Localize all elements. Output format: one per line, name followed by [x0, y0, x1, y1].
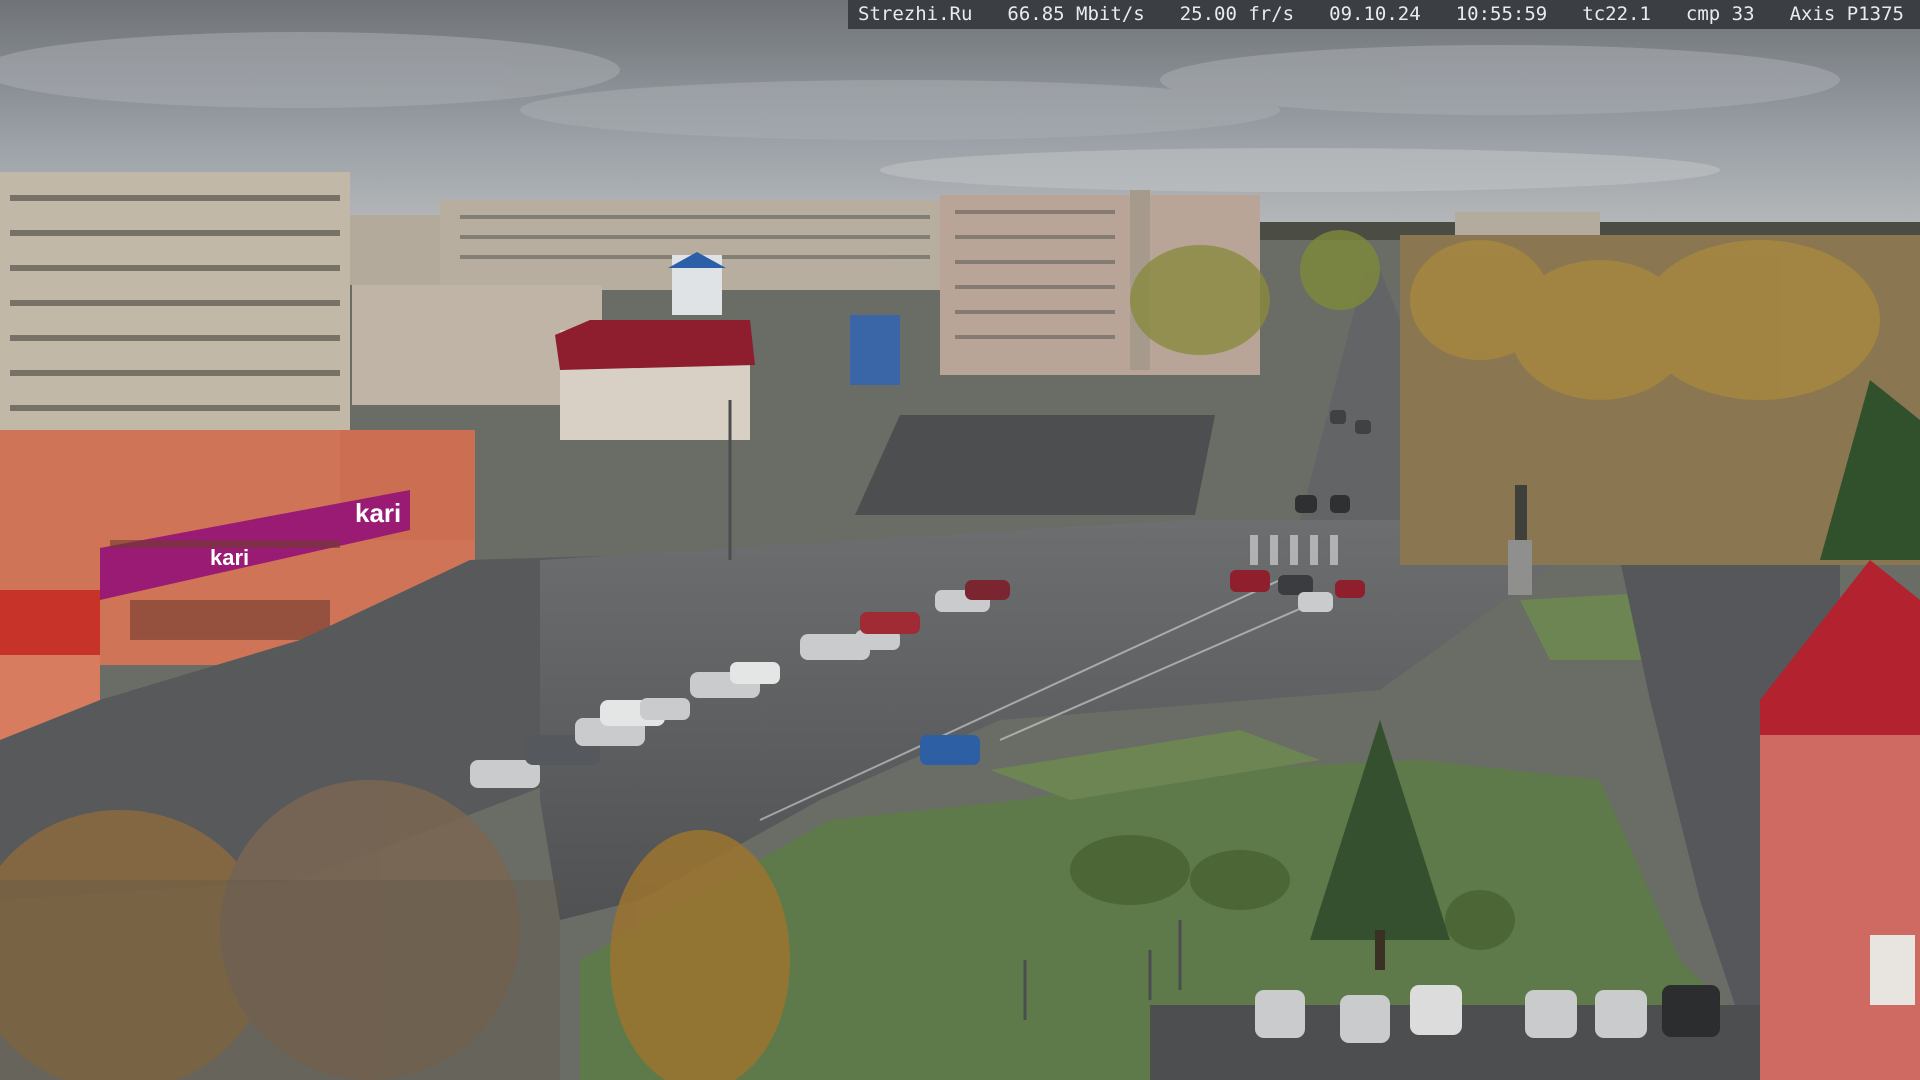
- car: [1330, 495, 1350, 513]
- blue-kiosk: [850, 315, 900, 385]
- overlay-date: 09.10.24: [1329, 3, 1421, 25]
- car: [1295, 495, 1317, 513]
- overlay-bitrate: 66.85 Mbit/s: [1007, 3, 1145, 25]
- car: [1410, 985, 1462, 1035]
- right-building: [1760, 730, 1920, 1080]
- kari-sign-left: kari: [210, 545, 249, 570]
- car: [920, 735, 980, 765]
- monument-statue: [1515, 485, 1527, 540]
- car: [1340, 995, 1390, 1043]
- overlay-camera-model: Axis P1375: [1789, 3, 1904, 25]
- overlay-tc: tc22.1: [1582, 3, 1651, 25]
- overlay-framerate: 25.00 fr/s: [1179, 3, 1295, 25]
- car: [1230, 570, 1270, 592]
- parking-lot-far: [855, 415, 1215, 515]
- car: [1662, 985, 1720, 1037]
- car: [1355, 420, 1371, 434]
- car: [1335, 580, 1365, 598]
- car: [965, 580, 1010, 600]
- webcam-scene: kari kari: [0, 0, 1920, 1080]
- car: [1330, 410, 1346, 424]
- car: [730, 662, 780, 684]
- overlay-cmp: cmp 33: [1685, 3, 1755, 25]
- overlay-site: Strezhi.Ru: [858, 3, 973, 25]
- car: [1255, 990, 1305, 1038]
- car: [1525, 990, 1577, 1038]
- right-building-window: [1870, 935, 1915, 1005]
- monument-pedestal: [1508, 540, 1532, 595]
- kari-sign: kari: [355, 498, 401, 528]
- car: [640, 698, 690, 720]
- car: [470, 760, 540, 788]
- camera-info-overlay: Strezhi.Ru 66.85 Mbit/s 25.00 fr/s 09.10…: [848, 0, 1920, 29]
- overlay-time: 10:55:59: [1455, 3, 1548, 25]
- foreground-shadow-left: [0, 880, 560, 1080]
- car: [1298, 592, 1333, 612]
- car: [1595, 990, 1647, 1038]
- red-roof: [555, 320, 755, 370]
- pine-trunk: [1375, 930, 1385, 970]
- car: [860, 612, 920, 634]
